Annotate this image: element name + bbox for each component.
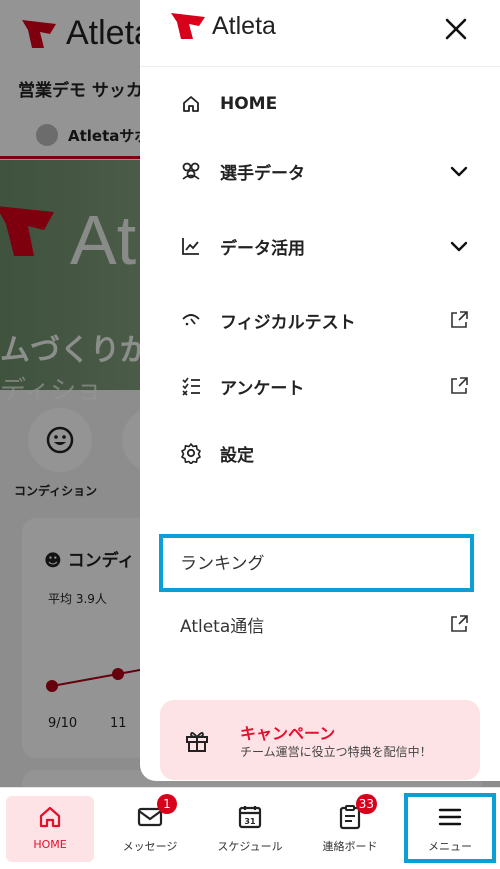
menu-highlight-box (404, 793, 496, 863)
board-badge: 33 (355, 794, 377, 814)
nav-label: メッセージ (122, 840, 178, 853)
menu-item-player-data[interactable]: 選手データ (180, 151, 470, 191)
close-button[interactable] (441, 14, 471, 44)
home-icon (35, 802, 65, 832)
nav-schedule[interactable]: 31 スケジュール (206, 796, 294, 862)
message-badge: 1 (157, 794, 177, 814)
nav-label: HOME (33, 838, 67, 851)
gear-icon (180, 442, 202, 464)
chevron-down-icon (448, 160, 470, 182)
menu-item-data-usage[interactable]: データ活用 (180, 226, 470, 266)
menu-item-label: 選手データ (220, 163, 305, 184)
divider (140, 66, 500, 67)
calendar-icon: 31 (235, 802, 265, 832)
players-icon (180, 160, 202, 182)
menu-item-label: アンケート (220, 378, 305, 399)
campaign-subtitle: チーム運営に役立つ特典を配信中！ (240, 745, 432, 759)
nav-label: 連絡ボード (322, 840, 378, 853)
chevron-down-icon (448, 235, 470, 257)
menu-item-settings[interactable]: 設定 (180, 433, 470, 473)
drawer-brand: Atleta (212, 11, 276, 40)
drawer-logo: Atleta (168, 10, 276, 42)
ranking-highlight-box (159, 534, 474, 592)
svg-text:31: 31 (244, 817, 256, 826)
menu-item-label: 設定 (220, 445, 254, 466)
clipboard-icon: 33 (335, 794, 377, 832)
nav-board[interactable]: 33 連絡ボード (306, 794, 394, 862)
nav-label: スケジュール (217, 840, 283, 853)
menu-item-physical-test[interactable]: フィジカルテスト (180, 300, 470, 340)
gift-icon (186, 732, 208, 752)
external-link-icon (448, 375, 470, 397)
menu-item-label: Atleta通信 (180, 616, 265, 637)
close-icon (445, 18, 467, 40)
menu-item-label: データ活用 (220, 238, 305, 259)
menu-item-label: HOME (220, 94, 278, 114)
menu-item-atleta-news[interactable]: Atleta通信 (180, 604, 470, 644)
survey-icon (180, 375, 202, 397)
home-icon (180, 93, 202, 115)
menu-item-survey[interactable]: アンケート (180, 366, 470, 406)
mail-icon: 1 (135, 794, 177, 832)
external-link-icon (448, 309, 470, 331)
campaign-banner[interactable]: キャンペーン チーム運営に役立つ特典を配信中！ (160, 700, 480, 780)
side-menu-drawer: Atleta HOME 選手データ データ活用 フィジカルテスト アンケート 設… (140, 0, 500, 781)
nav-message[interactable]: 1 メッセージ (106, 794, 194, 862)
chart-icon (180, 235, 202, 257)
external-link-icon (448, 613, 470, 639)
campaign-title: キャンペーン (240, 724, 336, 743)
nav-home[interactable]: HOME (6, 796, 94, 862)
menu-item-label: フィジカルテスト (220, 312, 356, 333)
atleta-logo-icon (171, 13, 205, 39)
menu-item-home[interactable]: HOME (180, 84, 470, 124)
physical-icon (180, 309, 202, 331)
